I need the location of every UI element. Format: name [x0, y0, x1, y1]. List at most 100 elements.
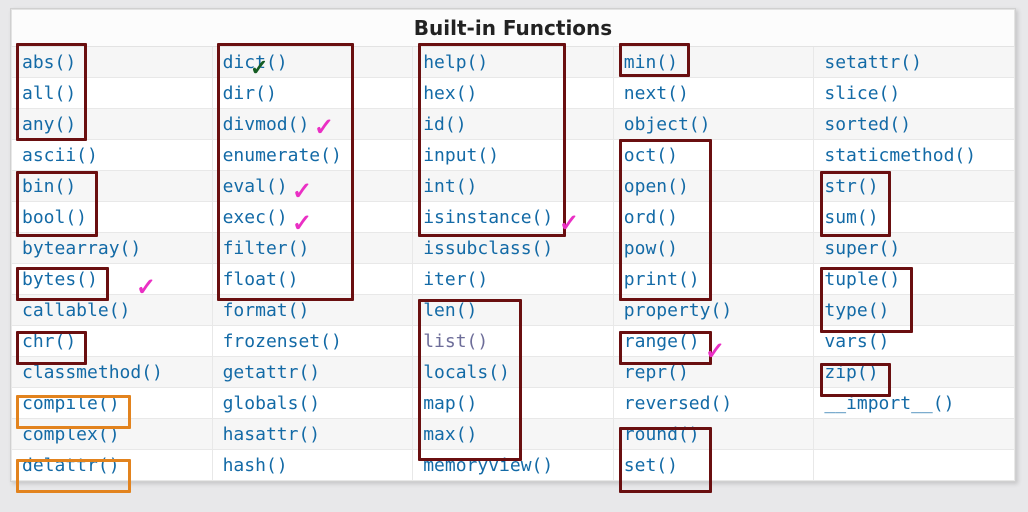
fn-link[interactable]: getattr() [223, 362, 321, 383]
fn-cell[interactable]: float() [212, 264, 413, 295]
fn-cell[interactable]: any() [12, 109, 213, 140]
fn-link[interactable]: int() [423, 176, 477, 197]
fn-link[interactable]: type() [824, 300, 889, 321]
fn-cell[interactable]: setattr() [814, 47, 1015, 78]
fn-cell[interactable]: super() [814, 233, 1015, 264]
fn-link[interactable]: exec() [223, 207, 288, 228]
fn-cell[interactable]: hash() [212, 450, 413, 481]
fn-link[interactable]: eval() [223, 176, 288, 197]
fn-link[interactable]: callable() [22, 300, 130, 321]
fn-link[interactable]: bytes() [22, 269, 98, 290]
fn-link[interactable]: compile() [22, 393, 120, 414]
fn-link[interactable]: staticmethod() [824, 145, 976, 166]
fn-cell[interactable]: all() [12, 78, 213, 109]
fn-link[interactable]: tuple() [824, 269, 900, 290]
fn-link[interactable]: sorted() [824, 114, 911, 135]
fn-cell[interactable]: globals() [212, 388, 413, 419]
fn-link[interactable]: hash() [223, 455, 288, 476]
fn-cell[interactable]: tuple() [814, 264, 1015, 295]
fn-link[interactable]: iter() [423, 269, 488, 290]
fn-link[interactable]: ord() [624, 207, 678, 228]
fn-cell[interactable]: repr() [613, 357, 814, 388]
fn-link[interactable]: memoryview() [423, 455, 553, 476]
fn-link[interactable]: locals() [423, 362, 510, 383]
fn-link[interactable]: ascii() [22, 145, 98, 166]
fn-cell[interactable]: __import__() [814, 388, 1015, 419]
fn-cell[interactable]: next() [613, 78, 814, 109]
fn-link[interactable]: dict() [223, 52, 288, 73]
fn-cell[interactable] [814, 450, 1015, 481]
fn-link[interactable]: __import__() [824, 393, 954, 414]
fn-cell[interactable]: compile() [12, 388, 213, 419]
fn-cell[interactable]: divmod() [212, 109, 413, 140]
fn-link[interactable]: bytearray() [22, 238, 141, 259]
fn-link[interactable]: bin() [22, 176, 76, 197]
fn-link[interactable]: any() [22, 114, 76, 135]
fn-cell[interactable]: range() [613, 326, 814, 357]
fn-cell[interactable]: memoryview() [413, 450, 614, 481]
fn-link[interactable]: bool() [22, 207, 87, 228]
fn-cell[interactable]: issubclass() [413, 233, 614, 264]
fn-link[interactable]: filter() [223, 238, 310, 259]
fn-cell[interactable]: map() [413, 388, 614, 419]
fn-cell[interactable]: len() [413, 295, 614, 326]
fn-cell[interactable]: input() [413, 140, 614, 171]
fn-link[interactable]: open() [624, 176, 689, 197]
fn-cell[interactable]: print() [613, 264, 814, 295]
fn-cell[interactable]: reversed() [613, 388, 814, 419]
fn-link[interactable]: repr() [624, 362, 689, 383]
fn-cell[interactable]: bool() [12, 202, 213, 233]
fn-cell[interactable]: abs() [12, 47, 213, 78]
fn-cell[interactable]: ord() [613, 202, 814, 233]
fn-cell[interactable]: sorted() [814, 109, 1015, 140]
fn-cell[interactable]: bytearray() [12, 233, 213, 264]
fn-cell[interactable]: format() [212, 295, 413, 326]
fn-link[interactable]: enumerate() [223, 145, 342, 166]
fn-link[interactable]: reversed() [624, 393, 732, 414]
fn-link[interactable]: globals() [223, 393, 321, 414]
fn-cell[interactable] [814, 419, 1015, 450]
fn-cell[interactable]: frozenset() [212, 326, 413, 357]
fn-link[interactable]: next() [624, 83, 689, 104]
fn-cell[interactable]: help() [413, 47, 614, 78]
fn-link[interactable]: delattr() [22, 455, 120, 476]
fn-cell[interactable]: getattr() [212, 357, 413, 388]
fn-link[interactable]: format() [223, 300, 310, 321]
fn-link[interactable]: frozenset() [223, 331, 342, 352]
fn-cell[interactable]: int() [413, 171, 614, 202]
fn-cell[interactable]: pow() [613, 233, 814, 264]
fn-cell[interactable]: dir() [212, 78, 413, 109]
fn-cell[interactable]: zip() [814, 357, 1015, 388]
fn-cell[interactable]: filter() [212, 233, 413, 264]
fn-link[interactable]: classmethod() [22, 362, 163, 383]
fn-cell[interactable]: min() [613, 47, 814, 78]
fn-cell[interactable]: bin() [12, 171, 213, 202]
fn-cell[interactable]: complex() [12, 419, 213, 450]
fn-cell[interactable]: staticmethod() [814, 140, 1015, 171]
fn-link[interactable]: abs() [22, 52, 76, 73]
fn-link[interactable]: max() [423, 424, 477, 445]
fn-cell[interactable]: property() [613, 295, 814, 326]
fn-cell[interactable]: locals() [413, 357, 614, 388]
fn-link[interactable]: hasattr() [223, 424, 321, 445]
fn-cell[interactable]: iter() [413, 264, 614, 295]
fn-cell[interactable]: oct() [613, 140, 814, 171]
fn-cell[interactable]: slice() [814, 78, 1015, 109]
fn-link[interactable]: pow() [624, 238, 678, 259]
fn-link[interactable]: super() [824, 238, 900, 259]
fn-cell[interactable]: isinstance() [413, 202, 614, 233]
fn-cell[interactable]: enumerate() [212, 140, 413, 171]
fn-cell[interactable]: list() [413, 326, 614, 357]
fn-cell[interactable]: sum() [814, 202, 1015, 233]
fn-link[interactable]: issubclass() [423, 238, 553, 259]
fn-cell[interactable]: classmethod() [12, 357, 213, 388]
fn-link[interactable]: round() [624, 424, 700, 445]
fn-link[interactable]: help() [423, 52, 488, 73]
fn-cell[interactable]: type() [814, 295, 1015, 326]
fn-link[interactable]: range() [624, 331, 700, 352]
fn-link[interactable]: slice() [824, 83, 900, 104]
fn-link[interactable]: id() [423, 114, 466, 135]
fn-link[interactable]: set() [624, 455, 678, 476]
fn-link[interactable]: complex() [22, 424, 120, 445]
fn-cell[interactable]: delattr() [12, 450, 213, 481]
